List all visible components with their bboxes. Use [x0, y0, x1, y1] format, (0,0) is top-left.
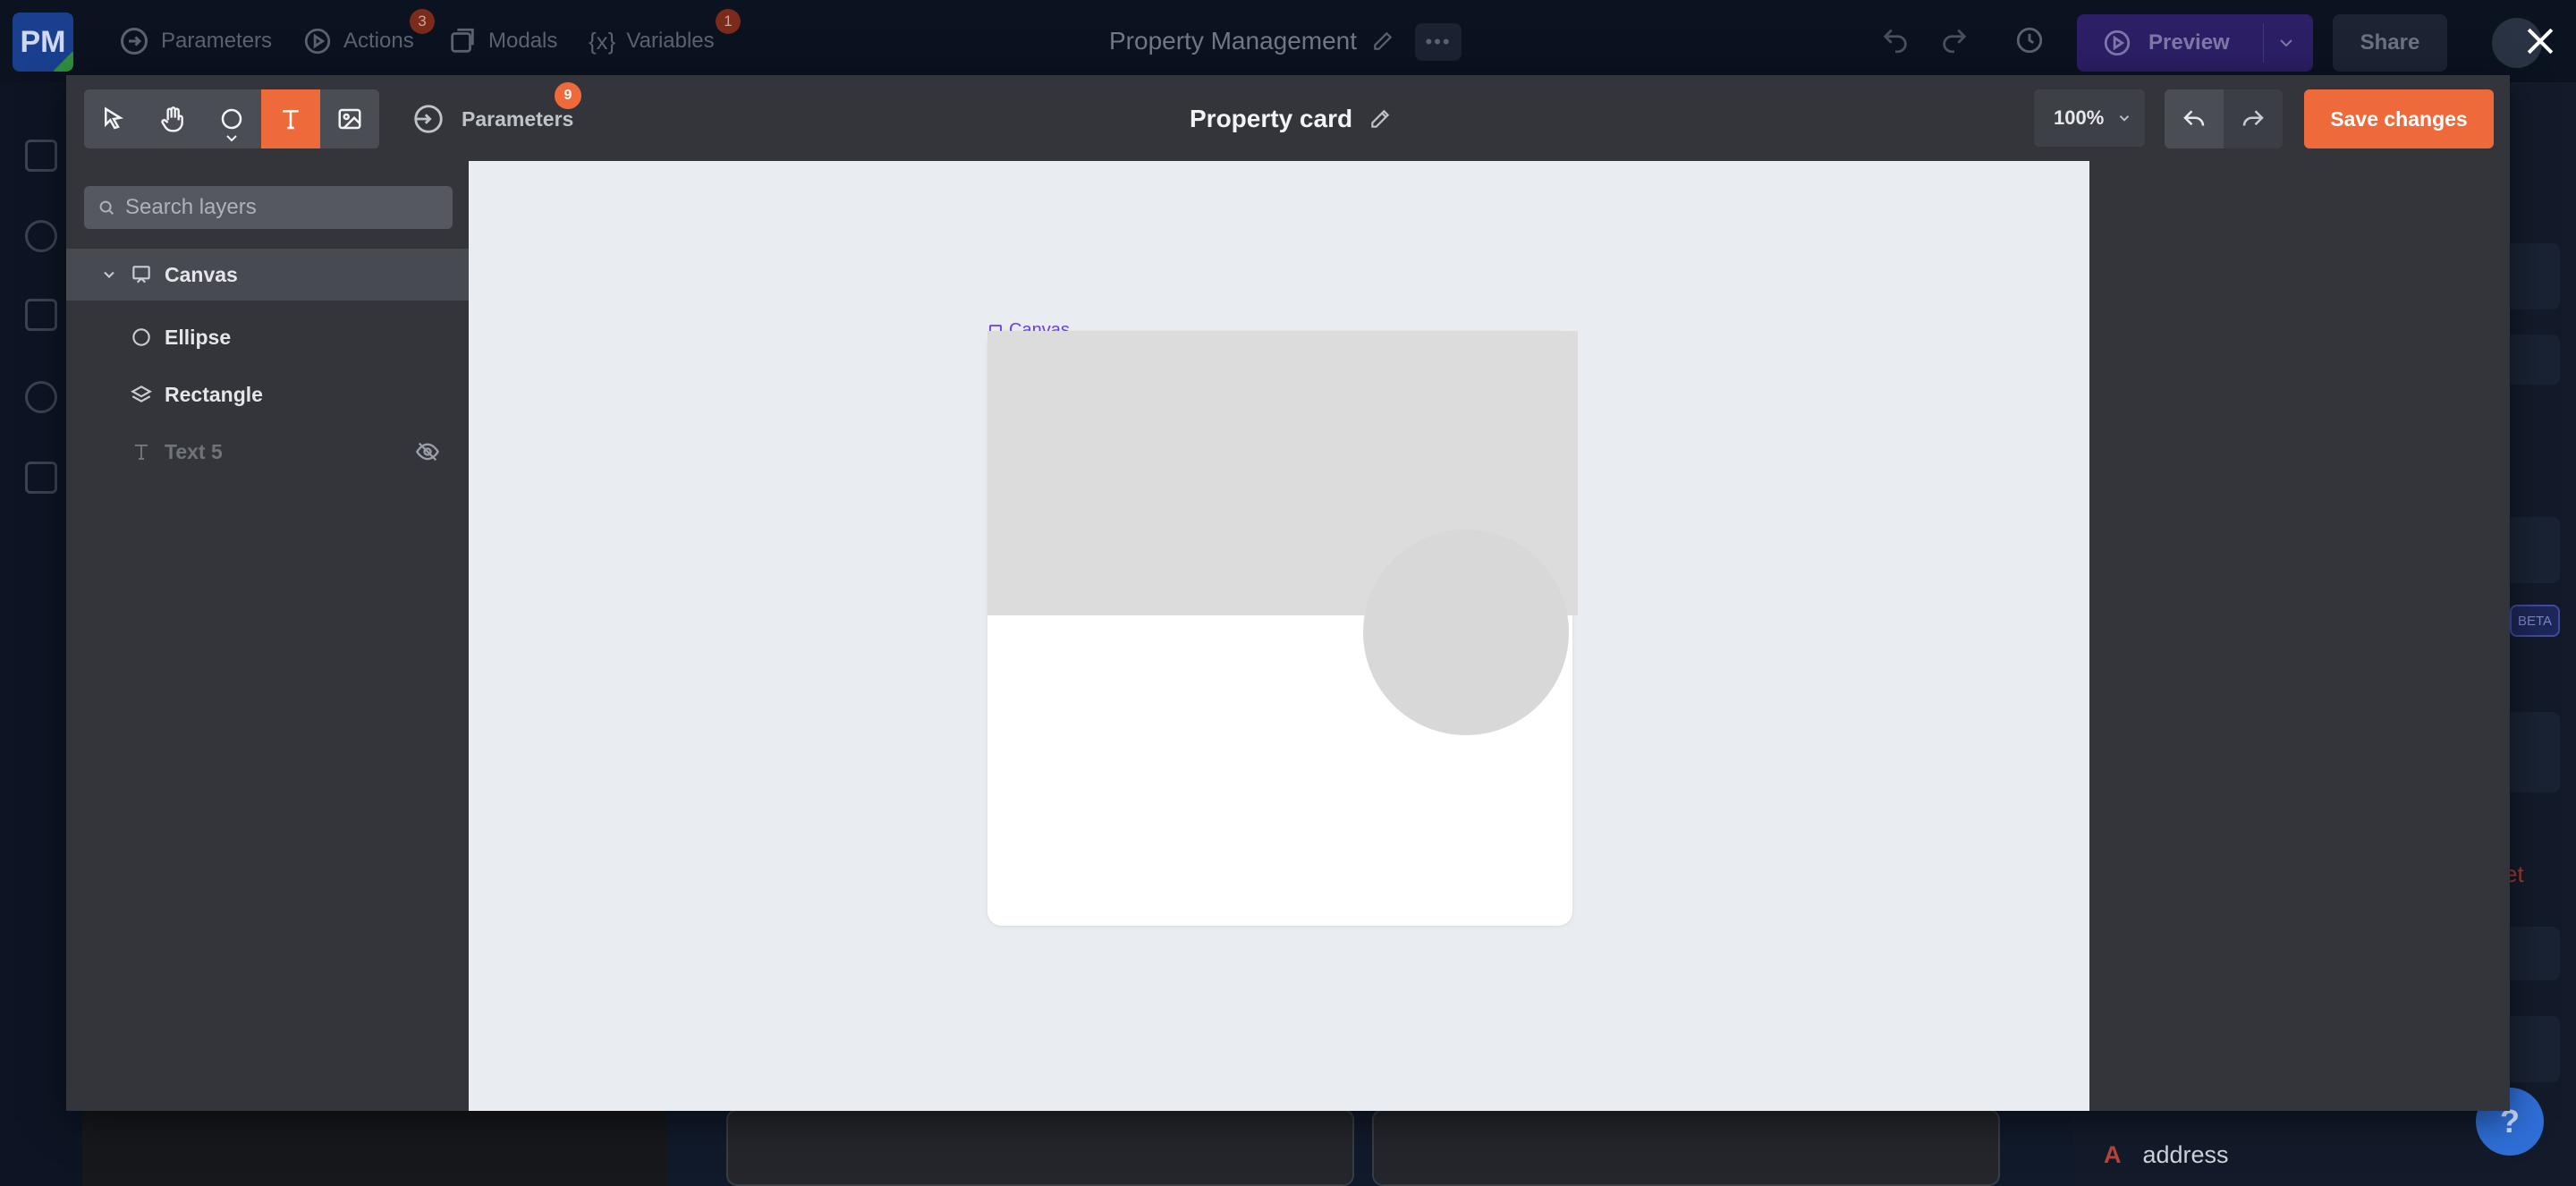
- beta-badge: BETA: [2510, 605, 2560, 637]
- layer-label: Canvas: [165, 262, 238, 286]
- layer-item-text-5[interactable]: Text 5: [66, 426, 469, 478]
- nav-actions[interactable]: Actions: [302, 0, 414, 82]
- text-icon: [277, 106, 304, 132]
- search-icon: [97, 198, 116, 217]
- structure-icon[interactable]: [25, 462, 57, 494]
- save-changes-button[interactable]: Save changes: [2304, 89, 2494, 148]
- text-icon: [129, 439, 154, 464]
- undo-button[interactable]: [2165, 89, 2224, 148]
- nav-label: Parameters: [161, 29, 273, 53]
- nav-label: Actions: [343, 29, 414, 53]
- editor-toolbar: Parameters 9 Property card 100% Save cha…: [66, 75, 2510, 161]
- undo-icon: [2181, 106, 2207, 132]
- share-button[interactable]: Share: [2333, 14, 2447, 72]
- variables-icon: {x}: [589, 27, 616, 55]
- app-logo: PM: [13, 13, 73, 72]
- more-menu-button[interactable]: •••: [1415, 23, 1462, 61]
- frame-icon: [129, 262, 154, 287]
- chevron-down-icon[interactable]: [100, 266, 118, 284]
- close-icon[interactable]: [2521, 21, 2560, 61]
- ellipse-tool[interactable]: [202, 89, 261, 148]
- select-tool[interactable]: [84, 89, 143, 148]
- layer-label: Rectangle: [165, 382, 263, 406]
- parameters-icon: [411, 102, 445, 136]
- layer-item-ellipse[interactable]: Ellipse: [66, 311, 469, 363]
- background-image-strip: [82, 1109, 667, 1186]
- history-icon[interactable]: [2014, 25, 2050, 61]
- layer-label: Text 5: [165, 439, 223, 463]
- layer-item-canvas[interactable]: Canvas: [66, 249, 469, 301]
- field-row-address[interactable]: A address: [2104, 1141, 2229, 1169]
- variables-badge: 1: [716, 9, 741, 34]
- components-icon[interactable]: [25, 299, 57, 331]
- circle-icon: [218, 106, 245, 132]
- users-icon[interactable]: [25, 381, 57, 413]
- database-icon[interactable]: [25, 220, 57, 252]
- chevron-down-icon: [2116, 110, 2132, 126]
- nav-label: Modals: [488, 29, 558, 53]
- play-icon: [2102, 28, 2132, 58]
- redo-button[interactable]: [2224, 89, 2283, 148]
- background-card: [726, 1109, 1354, 1186]
- parameters-icon: [118, 25, 150, 57]
- field-name: address: [2142, 1141, 2229, 1168]
- editor-title-text: Property card: [1190, 105, 1353, 132]
- hand-icon: [158, 105, 187, 133]
- zoom-select[interactable]: 100%: [2034, 89, 2145, 147]
- parameters-button[interactable]: Parameters: [411, 89, 573, 148]
- preview-button[interactable]: Preview: [2077, 14, 2313, 72]
- undo-redo-group: [2165, 89, 2283, 148]
- circle-icon: [129, 325, 154, 350]
- chevron-down-icon[interactable]: [2275, 32, 2297, 54]
- editor-title: Property card: [1190, 89, 1392, 148]
- pencil-icon[interactable]: [1368, 107, 1392, 131]
- undo-icon[interactable]: [1880, 25, 1916, 61]
- tool-group: [84, 89, 379, 148]
- ellipse-shape[interactable]: [1363, 529, 1569, 735]
- background-card: [1372, 1109, 2000, 1186]
- pan-tool[interactable]: [143, 89, 202, 148]
- search-layers-input[interactable]: Search layers: [84, 186, 453, 229]
- app-title-text: Property Management: [1109, 27, 1358, 55]
- image-tool[interactable]: [320, 89, 379, 148]
- properties-panel: [2089, 161, 2510, 1111]
- image-icon: [336, 106, 363, 132]
- search-placeholder: Search layers: [125, 195, 257, 219]
- design-icon[interactable]: [25, 140, 57, 172]
- actions-icon: [302, 26, 333, 56]
- pointer-icon: [100, 106, 127, 132]
- preview-label: Preview: [2148, 30, 2230, 55]
- text-tool[interactable]: [261, 89, 320, 148]
- parameters-label: Parameters: [462, 106, 574, 131]
- actions-badge: 3: [410, 9, 435, 34]
- nav-parameters[interactable]: Parameters: [118, 0, 272, 82]
- app-title: Property Management: [1109, 0, 1394, 82]
- nav-variables[interactable]: {x} Variables: [589, 0, 715, 82]
- eye-off-icon[interactable]: [415, 439, 440, 464]
- layer-label: Ellipse: [165, 325, 232, 349]
- parameters-count-badge: 9: [555, 82, 581, 109]
- pencil-icon: [1371, 30, 1394, 53]
- modals-icon: [447, 26, 478, 56]
- layers-panel: Search layers Canvas Ellipse Rectangle T…: [66, 161, 469, 1111]
- nav-label: Variables: [626, 29, 715, 53]
- app-topbar: PM Parameters Actions 3 Modals {x} Varia…: [0, 0, 2576, 82]
- layer-item-rectangle[interactable]: Rectangle: [66, 369, 469, 420]
- nav-modals[interactable]: Modals: [447, 0, 557, 82]
- redo-icon[interactable]: [1939, 25, 1975, 61]
- redo-icon: [2240, 106, 2267, 132]
- layers-icon: [129, 382, 154, 407]
- text-type-icon: A: [2104, 1141, 2122, 1168]
- zoom-value: 100%: [2054, 106, 2105, 129]
- chevron-down-icon[interactable]: [225, 134, 238, 143]
- divider: [2263, 23, 2264, 63]
